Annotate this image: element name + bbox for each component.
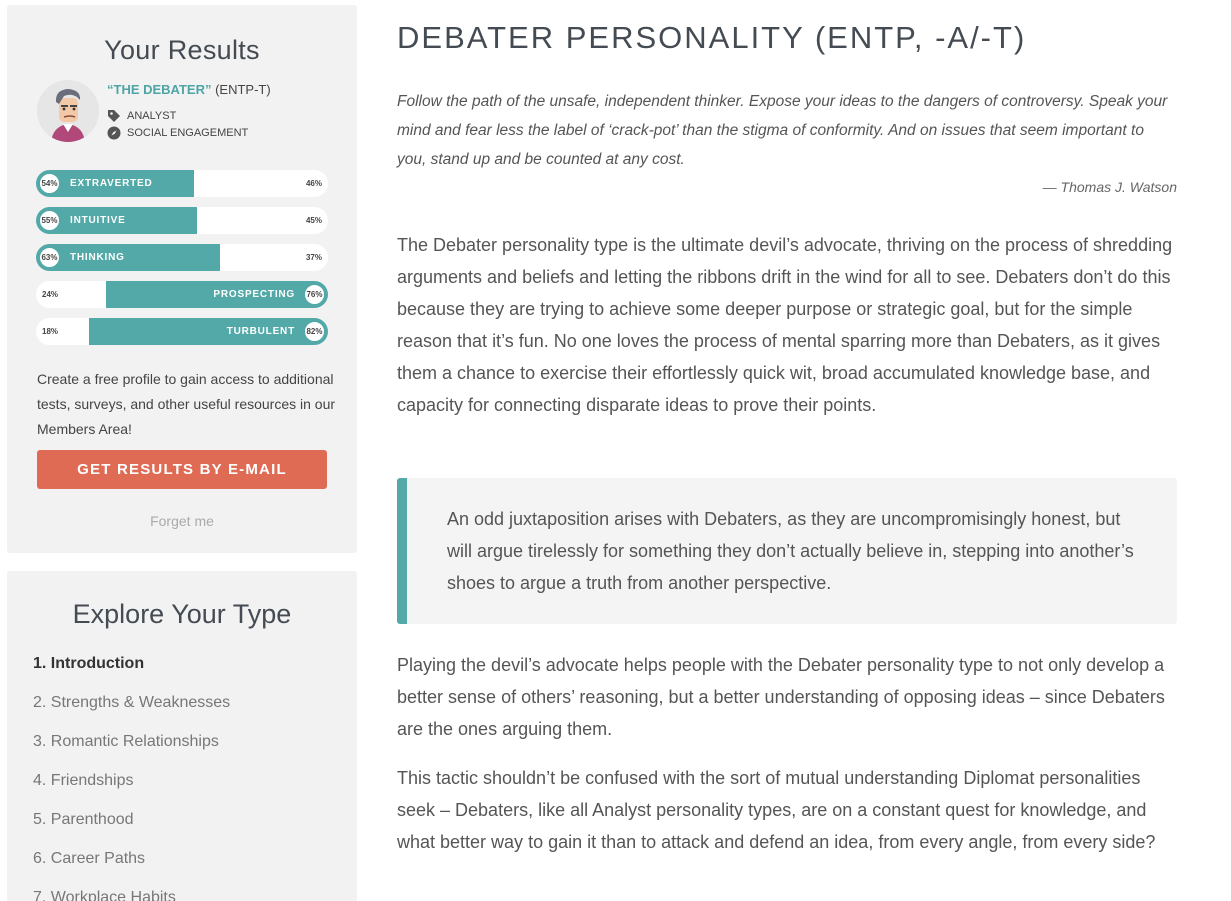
nav-item-strengths[interactable]: 2. Strengths & Weaknesses (33, 692, 230, 731)
nav-item-parenthood[interactable]: 5. Parenthood (33, 809, 230, 848)
trait-bar-fill (36, 244, 220, 271)
trait-label: TURBULENT (226, 326, 295, 337)
trait-label: INTUITIVE (70, 215, 126, 226)
type-code: (ENTP-T) (211, 82, 271, 97)
explore-title: Explore Your Type (72, 599, 292, 629)
trait-percent-badge: 54% (38, 172, 61, 195)
trait-bar-extraverted: EXTRAVERTED 54% 46% (36, 170, 328, 197)
trait-percent-badge: 76% (303, 283, 326, 306)
debater-avatar (37, 80, 99, 142)
nav-item-friendships[interactable]: 4. Friendships (33, 770, 230, 809)
explore-nav: 1. Introduction 2. Strengths & Weaknesse… (33, 653, 230, 901)
get-results-email-button[interactable]: GET RESULTS BY E-MAIL (37, 450, 327, 489)
nav-item-introduction[interactable]: 1. Introduction (33, 653, 230, 692)
trait-percent-badge: 55% (38, 209, 61, 232)
trait-label: PROSPECTING (213, 289, 295, 300)
role-label: ANALYST (127, 110, 177, 122)
results-panel: Your Results “THE DEBATER” (ENTP-T) ANAL… (7, 5, 357, 553)
paragraph-2: Playing the devil’s advocate helps peopl… (397, 655, 1165, 739)
nav-item-career[interactable]: 6. Career Paths (33, 848, 230, 887)
trait-bar-intuitive: INTUITIVE 55% 45% (36, 207, 328, 234)
strategy-row: SOCIAL ENGAGEMENT (107, 126, 248, 140)
trait-percent-badge: 82% (303, 320, 326, 343)
nav-item-romantic[interactable]: 3. Romantic Relationships (33, 731, 230, 770)
trait-opposite-percent: 24% (42, 290, 59, 299)
promo-text: Create a free profile to gain access to … (37, 371, 336, 437)
callout-text: An odd juxtaposition arises with Debater… (447, 509, 1134, 593)
intro-paragraph: The Debater personality type is the ulti… (397, 235, 1173, 415)
callout-block: An odd juxtaposition arises with Debater… (397, 478, 1177, 624)
type-name: “THE DEBATER” (ENTP-T) (107, 82, 271, 97)
explore-panel: Explore Your Type 1. Introduction 2. Str… (7, 571, 357, 901)
compass-icon (107, 126, 121, 140)
trait-opposite-percent: 37% (305, 253, 322, 262)
trait-label: THINKING (70, 252, 125, 263)
quote-author: — Thomas J. Watson (1042, 179, 1177, 195)
trait-opposite-percent: 46% (305, 179, 322, 188)
trait-opposite-percent: 45% (305, 216, 322, 225)
type-nickname[interactable]: “THE DEBATER” (107, 82, 211, 97)
forget-me-link[interactable]: Forget me (7, 513, 357, 529)
role-row: ANALYST (107, 109, 176, 123)
nav-item-workplace[interactable]: 7. Workplace Habits (33, 887, 230, 901)
results-title: Your Results (104, 35, 260, 65)
trait-bars: EXTRAVERTED 54% 46% INTUITIVE 55% 45% THINKING… (36, 170, 328, 355)
trait-percent-badge: 63% (38, 246, 61, 269)
strategy-label: SOCIAL ENGAGEMENT (127, 127, 249, 139)
trait-bar-turbulent: TURBULENT 82% 18% (36, 318, 328, 345)
trait-label: EXTRAVERTED (70, 178, 153, 189)
paragraph-3: This tactic shouldn’t be confused with t… (397, 768, 1156, 852)
intro-quote: Follow the path of the unsafe, independe… (397, 93, 1168, 168)
tag-icon (107, 109, 121, 123)
trait-bar-prospecting: PROSPECTING 76% 24% (36, 281, 328, 308)
trait-opposite-percent: 18% (42, 327, 59, 336)
trait-bar-thinking: THINKING 63% 37% (36, 244, 328, 271)
page-title: DEBATER PERSONALITY (ENTP, -A/-T) (397, 20, 1027, 55)
